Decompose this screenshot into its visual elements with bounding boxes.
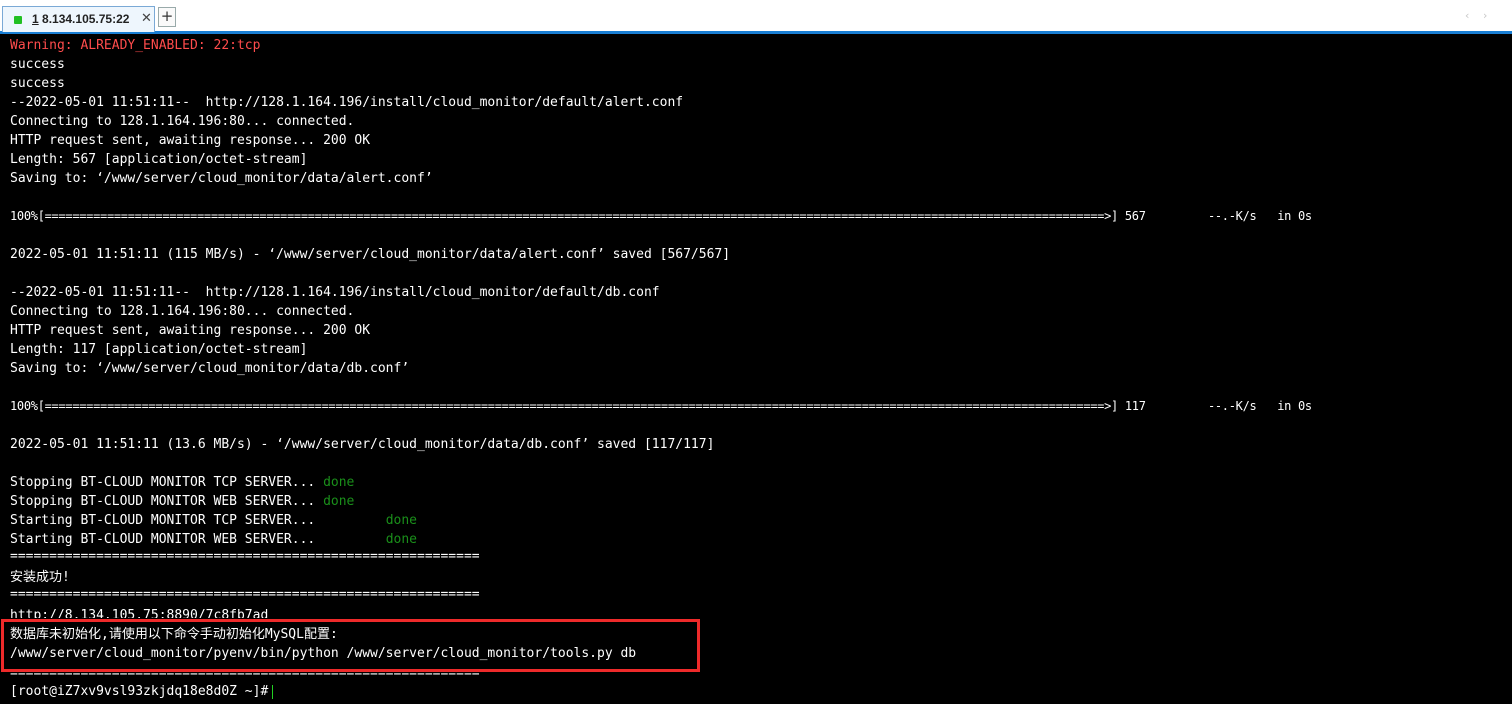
download-http-line: HTTP request sent, awaiting response... …: [10, 133, 371, 148]
service-status-text: Stopping BT-CLOUD MONITOR TCP SERVER...: [10, 475, 324, 490]
download-progress-line: 100%[===================================…: [10, 399, 1312, 413]
download-connect-line: Connecting to 128.1.164.196:80... connec…: [10, 114, 355, 129]
done-status: done: [323, 494, 355, 509]
shell-prompt-line[interactable]: [root@iZ7xv9vsl93zkjdq18e8d0Z ~]#: [10, 682, 274, 701]
download-connect-line: Connecting to 128.1.164.196:80... connec…: [10, 304, 355, 319]
session-tabbar: 1 8.134.105.75:22 ✕ + ‹ ›: [0, 0, 1512, 34]
scroll-tabs-left-icon[interactable]: ‹: [1465, 9, 1469, 22]
service-status-text: Stopping BT-CLOUD MONITOR WEB SERVER...: [10, 494, 324, 509]
success-line: success: [10, 57, 65, 72]
shell-prompt: [root@iZ7xv9vsl93zkjdq18e8d0Z ~]#: [10, 684, 269, 699]
download-progress-line: 100%[===================================…: [10, 209, 1312, 223]
terminal-output[interactable]: Warning: ALREADY_ENABLED: 22:tcp success…: [0, 34, 1512, 704]
download-http-line: HTTP request sent, awaiting response... …: [10, 323, 371, 338]
download-url-line: --2022-05-01 11:51:11-- http://128.1.164…: [10, 285, 660, 300]
service-status-line: Starting BT-CLOUD MONITOR TCP SERVER... …: [10, 511, 417, 530]
service-status-line: Stopping BT-CLOUD MONITOR TCP SERVER... …: [10, 473, 354, 492]
download-url-line: --2022-05-01 11:51:11-- http://128.1.164…: [10, 95, 684, 110]
done-status: done: [385, 513, 417, 528]
download-length-line: Length: 117 [application/octet-stream]: [10, 342, 308, 357]
download-saved-line: 2022-05-01 11:51:11 (115 MB/s) - ‘/www/s…: [10, 247, 731, 262]
session-tab-active[interactable]: 1 8.134.105.75:22 ✕: [2, 6, 155, 32]
text-cursor: [272, 684, 274, 699]
highlight-box: [1, 619, 700, 672]
service-status-text: Starting BT-CLOUD MONITOR TCP SERVER...: [10, 513, 386, 528]
new-tab-button[interactable]: +: [158, 7, 176, 27]
service-status-line: Stopping BT-CLOUD MONITOR WEB SERVER... …: [10, 492, 354, 511]
session-tab-label: 1 8.134.105.75:22: [32, 12, 129, 26]
done-status: done: [385, 532, 417, 547]
session-tab-number: 1: [32, 12, 39, 26]
scroll-tabs-right-icon[interactable]: ›: [1483, 9, 1487, 22]
session-tab-host: 8.134.105.75:22: [42, 12, 130, 26]
download-length-line: Length: 567 [application/octet-stream]: [10, 152, 308, 167]
success-line: success: [10, 76, 65, 91]
connected-status-icon: [14, 16, 22, 24]
download-saving-line: Saving to: ‘/www/server/cloud_monitor/da…: [10, 171, 433, 186]
download-saved-line: 2022-05-01 11:51:11 (13.6 MB/s) - ‘/www/…: [10, 437, 715, 452]
close-tab-icon[interactable]: ✕: [141, 10, 152, 26]
firewall-warning-line: Warning: ALREADY_ENABLED: 22:tcp: [10, 38, 261, 53]
separator-line: ========================================…: [10, 549, 480, 564]
service-status-text: Starting BT-CLOUD MONITOR WEB SERVER...: [10, 532, 386, 547]
panel-url-line: http://8.134.105.75:8890/7c8fb7ad: [10, 608, 269, 618]
separator-line: ========================================…: [10, 672, 480, 678]
download-saving-line: Saving to: ‘/www/server/cloud_monitor/da…: [10, 361, 410, 376]
separator-line: ========================================…: [10, 587, 480, 602]
done-status: done: [323, 475, 355, 490]
